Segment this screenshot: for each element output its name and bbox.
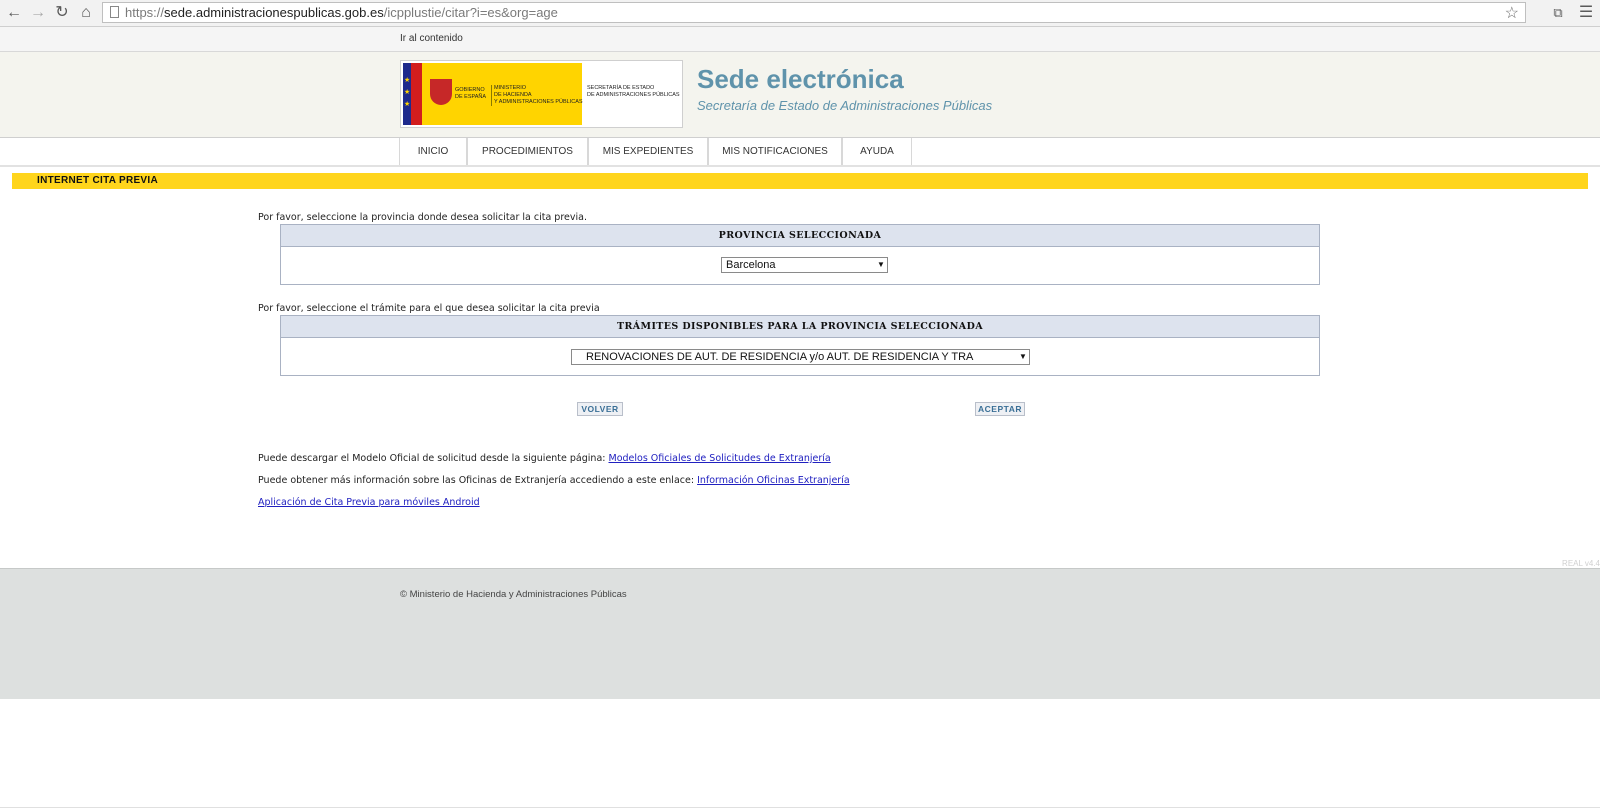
nav-mis-notificaciones[interactable]: MIS NOTIFICACIONES [708, 138, 842, 165]
spain-flag-red [411, 63, 422, 125]
main-nav: INICIO PROCEDIMIENTOS MIS EXPEDIENTES MI… [0, 138, 1600, 167]
site-title[interactable]: Sede electrónica [697, 64, 904, 95]
nav-inicio[interactable]: INICIO [399, 138, 467, 165]
url-text: https://sede.administracionespublicas.go… [125, 5, 558, 20]
province-select[interactable]: Barcelona ▼ [721, 257, 888, 273]
eu-stars-icon: ★ ★ ★ [404, 77, 411, 108]
page-icon [110, 6, 119, 18]
tramite-select[interactable]: RENOVACIONES DE AUT. DE RESIDENCIA y/o A… [571, 349, 1030, 365]
back-arrow-icon[interactable]: ← [4, 3, 24, 23]
home-icon[interactable]: ⌂ [76, 3, 96, 23]
version-label: REAL v4.4 [1562, 559, 1600, 568]
dropdown-arrow-icon: ▼ [1017, 350, 1029, 364]
province-value: Barcelona [726, 259, 776, 271]
aceptar-button[interactable]: ACEPTAR [975, 402, 1025, 416]
tramite-instruction: Por favor, seleccione el trámite para el… [258, 303, 600, 314]
browser-toolbar: ← → ↻ ⌂ https://sede.administracionespub… [0, 0, 1600, 27]
models-info: Puede descargar el Modelo Oficial de sol… [258, 453, 831, 464]
dropdown-arrow-icon: ▼ [875, 258, 887, 272]
bookmark-star-icon[interactable]: ☆ [1505, 3, 1519, 23]
tramite-header: TRÁMITES DISPONIBLES PARA LA PROVINCIA S… [281, 316, 1319, 338]
logo-gobierno-text: GOBIERNO DE ESPAÑA [455, 87, 487, 100]
tramite-box: TRÁMITES DISPONIBLES PARA LA PROVINCIA S… [280, 315, 1320, 376]
section-title: INTERNET CITA PREVIA [37, 175, 159, 186]
offices-info: Puede obtener más información sobre las … [258, 475, 850, 486]
tramite-value: RENOVACIONES DE AUT. DE RESIDENCIA y/o A… [586, 351, 974, 363]
province-header: PROVINCIA SELECCIONADA [281, 225, 1319, 247]
nav-mis-expedientes[interactable]: MIS EXPEDIENTES [588, 138, 708, 165]
government-logo[interactable]: ★ ★ ★ GOBIERNO DE ESPAÑA MINISTERIO DE HAC… [400, 60, 683, 128]
forward-arrow-icon[interactable]: → [28, 3, 48, 23]
extension-icon[interactable]: ⧉ [1548, 3, 1568, 23]
offices-link[interactable]: Información Oficinas Extranjería [697, 475, 850, 486]
site-footer: © Ministerio de Hacienda y Administracio… [0, 568, 1600, 699]
footer-copyright: © Ministerio de Hacienda y Administracio… [400, 589, 627, 600]
site-header: ★ ★ ★ GOBIERNO DE ESPAÑA MINISTERIO DE HAC… [0, 52, 1600, 138]
reload-icon[interactable]: ↻ [52, 3, 72, 23]
volver-button[interactable]: VOLVER [577, 402, 623, 416]
province-instruction: Por favor, seleccione la provincia donde… [258, 212, 587, 223]
bottom-divider [0, 807, 1600, 808]
nav-ayuda[interactable]: AYUDA [842, 138, 912, 165]
address-bar[interactable]: https://sede.administracionespublicas.go… [102, 2, 1526, 23]
section-title-bar: INTERNET CITA PREVIA [12, 173, 1588, 189]
skip-bar: Ir al contenido [0, 27, 1600, 52]
android-app-link[interactable]: Aplicación de Cita Previa para móviles A… [258, 497, 480, 508]
province-box: PROVINCIA SELECCIONADA Barcelona ▼ [280, 224, 1320, 285]
offices-text: Puede obtener más información sobre las … [258, 475, 695, 486]
models-link[interactable]: Modelos Oficiales de Solicitudes de Extr… [609, 453, 831, 464]
logo-secretaria-text: SECRETARÍA DE ESTADO DE ADMINISTRACIONES… [587, 85, 680, 98]
nav-procedimientos[interactable]: PROCEDIMIENTOS [467, 138, 588, 165]
coat-of-arms-icon [430, 79, 452, 105]
models-text: Puede descargar el Modelo Oficial de sol… [258, 453, 606, 464]
menu-icon[interactable]: ☰ [1576, 3, 1596, 23]
skip-to-content-link[interactable]: Ir al contenido [400, 33, 463, 44]
logo-ministerio-text: MINISTERIO DE HACIENDA Y ADMINISTRACIONE… [491, 85, 583, 106]
site-subtitle: Secretaría de Estado de Administraciones… [697, 98, 993, 113]
